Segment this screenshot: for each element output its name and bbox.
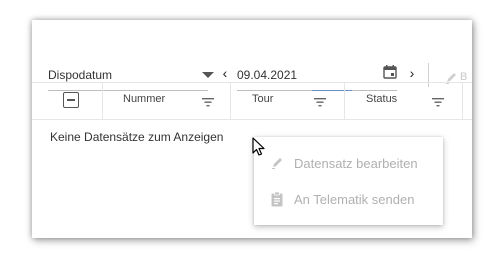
grid-header-row: Nummer Tour Status [32,82,472,120]
context-menu: Datensatz bearbeiten An Telematik senden [254,137,443,225]
mouse-pointer-icon [252,137,265,156]
column-header-label: Tour [252,93,274,105]
filter-icon[interactable] [202,97,214,107]
column-header-label: Status [366,93,398,105]
menu-item-edit-record[interactable]: Datensatz bearbeiten [254,145,443,181]
select-all-column [32,83,103,119]
grid-panel: Dispodatum ‹ 09.04.2021 › B Nummer Tour … [32,20,472,238]
date-type-value: Dispodatum [48,68,113,82]
select-all-checkbox[interactable] [63,92,79,108]
column-header-status[interactable]: Status [344,83,463,119]
date-value: 09.04.2021 [237,68,298,82]
menu-item-label: Datensatz bearbeiten [294,156,418,171]
dropdown-arrow-icon[interactable] [202,72,214,78]
clipboard-icon [271,191,283,207]
app-window: Dispodatum ‹ 09.04.2021 › B Nummer Tour … [32,20,472,238]
column-header-label: Nummer [123,93,166,105]
filter-icon[interactable] [432,97,444,107]
calendar-icon[interactable] [383,65,397,79]
menu-item-send-telematics[interactable]: An Telematik senden [254,181,443,217]
menu-item-label: An Telematik senden [294,192,415,207]
filter-icon[interactable] [314,97,326,107]
empty-state-message: Keine Datensätze zum Anzeigen [50,130,224,144]
column-header-nummer[interactable]: Nummer [102,83,231,119]
pencil-icon [272,158,282,169]
column-header-tour[interactable]: Tour [230,83,345,119]
